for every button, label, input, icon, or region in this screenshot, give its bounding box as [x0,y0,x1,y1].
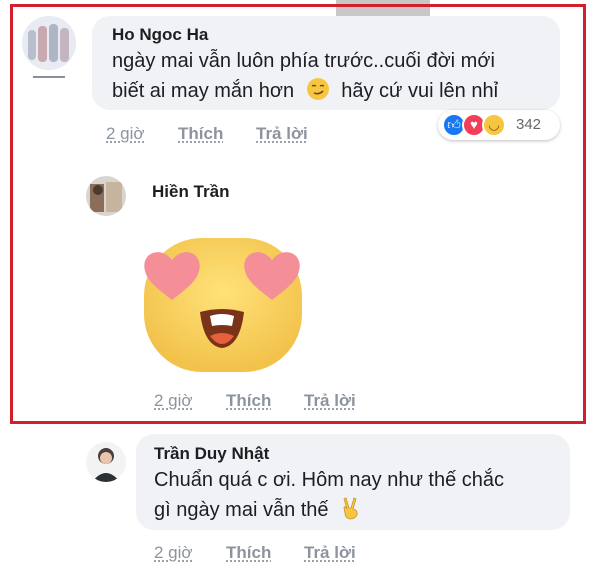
like-button[interactable]: Thích [226,391,271,411]
comment-bubble-3: Trần Duy Nhật Chuẩn quá c ơi. Hôm nay nh… [136,434,570,530]
smirking-face-emoji-icon [306,77,330,110]
comment-text-line: ngày mai vẫn luôn phía trước..cuối đời m… [112,50,495,72]
like-button[interactable]: Thích [226,543,271,563]
reply-button[interactable]: Trả lời [304,543,356,563]
timestamp[interactable]: 2 giờ [154,543,193,563]
victory-hand-emoji-icon [340,496,362,529]
haha-reaction-icon: ◡ [482,113,506,137]
comment-text-line: Chuẩn quá c ơi. Hôm nay như thế chắc [154,469,505,491]
avatar-ho-ngoc-ha[interactable] [22,16,76,70]
reply-button[interactable]: Trả lời [304,391,356,411]
comment-text-line: gì ngày mai vẫn thế [154,495,362,529]
timestamp[interactable]: 2 giờ [106,124,145,144]
comment-text-line: biết ai may mắn hơn hãy cứ vui lên nhỉ [112,76,498,110]
timestamp[interactable]: 2 giờ [154,391,193,411]
heart-eyes-sticker [132,230,312,380]
avatar-underline [33,76,65,78]
comment-text-part: biết ai may mắn hơn [112,80,295,102]
avatar-hien-tran[interactable] [86,176,126,216]
comment-author[interactable]: Ho Ngoc Ha [112,25,208,45]
comment-bubble-1: Ho Ngoc Ha ngày mai vẫn luôn phía trước.… [92,16,560,110]
avatar-tran-duy-nhat[interactable] [86,442,126,482]
comment-text-part: hãy cứ vui lên nhỉ [341,80,499,102]
reply-button[interactable]: Trả lời [256,124,308,144]
reaction-count: 342 [516,116,542,133]
like-button[interactable]: Thích [178,124,223,144]
comment-author[interactable]: Hiền Trần [152,182,229,202]
reactions-summary[interactable]: 👍︎ ♥ ◡ 342 [438,110,560,140]
comment-author[interactable]: Trần Duy Nhật [154,444,269,464]
comment-text-part: gì ngày mai vẫn thế [154,499,329,521]
